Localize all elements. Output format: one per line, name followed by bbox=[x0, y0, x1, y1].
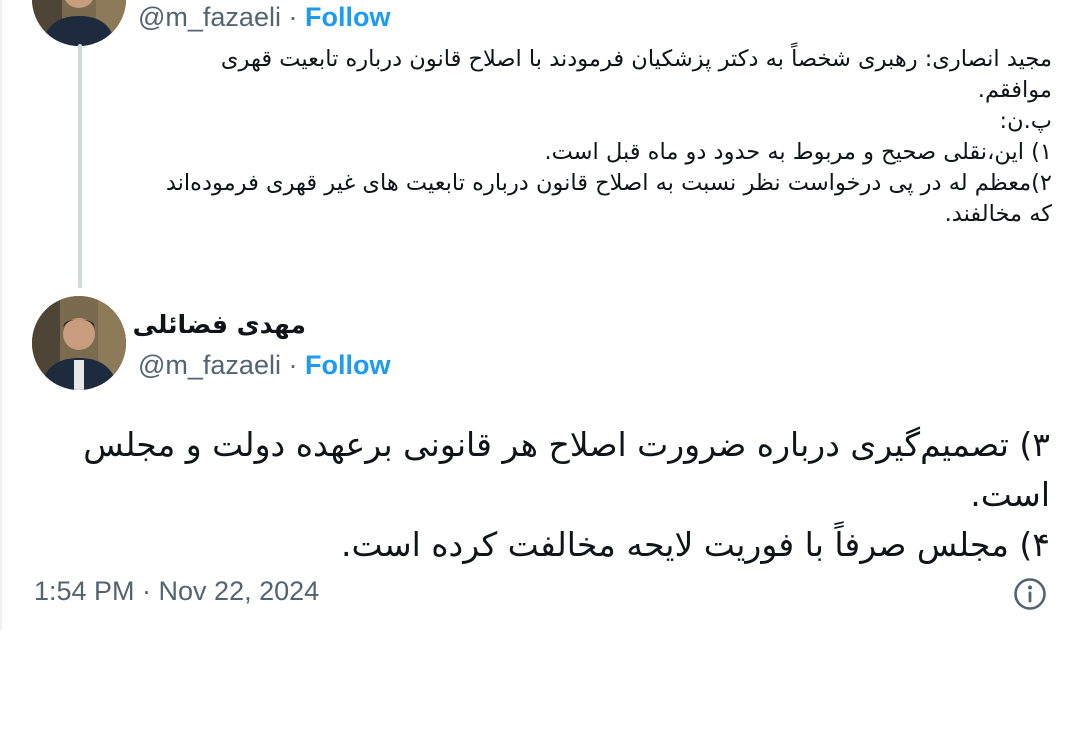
tweet-left-border bbox=[0, 0, 2, 630]
tweet-line: ۱) این،نقلی صحیح و مربوط به حدود دو ماه … bbox=[544, 139, 1052, 165]
avatar[interactable] bbox=[32, 0, 126, 46]
follow-button[interactable]: Follow bbox=[305, 2, 390, 32]
info-circle-icon[interactable] bbox=[1012, 576, 1048, 612]
tweet-line: مجید انصاری: رهبری شخصاً به دکتر پزشکیان… bbox=[220, 46, 1052, 103]
follow-button[interactable]: Follow bbox=[305, 350, 390, 380]
thread-connector-line bbox=[78, 44, 82, 288]
avatar[interactable] bbox=[32, 296, 126, 390]
main-tweet-text: ۳) تصمیم‌گیری درباره ضرورت اصلاح هر قانو… bbox=[30, 420, 1050, 570]
handle[interactable]: @m_fazaeli bbox=[138, 350, 281, 380]
tweet-line: پ.ن: bbox=[999, 108, 1052, 134]
quoted-tweet-text: مجید انصاری: رهبری شخصاً به دکتر پزشکیان… bbox=[152, 44, 1052, 230]
display-name[interactable]: مهدی فضائلی bbox=[133, 310, 306, 339]
separator: · bbox=[288, 2, 298, 32]
tweet-line: ۲)معظم له در پی درخواست نظر نسبت به اصلا… bbox=[165, 170, 1052, 227]
handle[interactable]: @m_fazaeli bbox=[138, 2, 281, 32]
main-handle-row: @m_fazaeli · Follow bbox=[138, 350, 390, 381]
quoted-handle-row: @m_fazaeli · Follow bbox=[138, 2, 390, 33]
tweet-line: ۴) مجلس صرفاً با فوریت لایحه مخالفت کرده… bbox=[341, 525, 1050, 564]
tweet-line: ۳) تصمیم‌گیری درباره ضرورت اصلاح هر قانو… bbox=[83, 425, 1050, 514]
tweet-timestamp[interactable]: 1:54 PM · Nov 22, 2024 bbox=[34, 576, 319, 607]
separator: · bbox=[288, 350, 298, 380]
